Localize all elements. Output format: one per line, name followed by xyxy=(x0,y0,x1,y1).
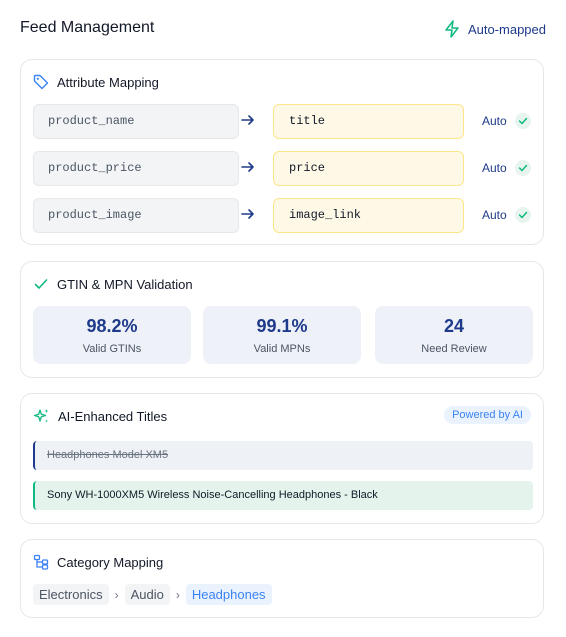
validation-card: GTIN & MPN Validation 98.2% Valid GTINs … xyxy=(20,261,544,378)
category-mapping-header: Category Mapping xyxy=(33,554,163,570)
ai-titles-title: AI-Enhanced Titles xyxy=(58,409,168,424)
powered-by-ai-badge: Powered by AI xyxy=(444,406,531,424)
stat-value: 99.1% xyxy=(256,316,308,336)
tag-icon xyxy=(33,74,49,90)
check-icon xyxy=(33,276,49,292)
auto-mapped-status: Auto-mapped xyxy=(444,20,546,38)
check-icon xyxy=(515,207,531,223)
stat-need-review[interactable]: 24 Need Review xyxy=(375,306,533,364)
sparkles-icon xyxy=(33,408,50,425)
breadcrumb-item-active[interactable]: Headphones xyxy=(185,584,272,605)
arrow-right-icon xyxy=(241,113,255,132)
stat-label: Valid GTINs xyxy=(82,343,142,355)
original-title: Headphones Model XM5 xyxy=(33,441,533,470)
check-icon xyxy=(515,113,531,129)
enhanced-title[interactable]: Sony WH-1000XM5 Wireless Noise-Cancellin… xyxy=(33,481,533,510)
target-field[interactable]: title xyxy=(273,104,464,139)
attribute-mapping-title: Attribute Mapping xyxy=(57,74,159,90)
stat-valid-mpns: 99.1% Valid MPNs xyxy=(203,306,361,364)
breadcrumb-separator: › xyxy=(114,587,119,602)
target-field[interactable]: price xyxy=(273,151,464,186)
arrow-right-icon xyxy=(241,160,255,179)
ai-titles-header: AI-Enhanced Titles xyxy=(33,408,167,425)
page-header: Feed Management Auto-mapped xyxy=(20,18,546,42)
mapping-row: product_name title Auto xyxy=(33,104,531,139)
auto-label: Auto xyxy=(482,208,507,222)
stat-value: 98.2% xyxy=(86,316,138,336)
breadcrumb-separator: › xyxy=(175,587,180,602)
auto-mapped-label: Auto-mapped xyxy=(467,21,546,37)
source-field[interactable]: product_name xyxy=(33,104,239,139)
category-mapping-title: Category Mapping xyxy=(57,554,164,570)
auto-label: Auto xyxy=(482,161,507,175)
stat-value: 24 xyxy=(443,316,465,336)
page-title: Feed Management xyxy=(20,19,155,36)
source-field[interactable]: product_image xyxy=(33,198,239,233)
stat-label: Need Review xyxy=(421,343,487,355)
check-icon xyxy=(515,160,531,176)
lightning-icon xyxy=(444,20,460,38)
target-field[interactable]: image_link xyxy=(273,198,464,233)
source-field[interactable]: product_price xyxy=(33,151,239,186)
mapping-row: product_image image_link Auto xyxy=(33,198,531,233)
stat-label: Valid MPNs xyxy=(253,343,311,355)
validation-title: GTIN & MPN Validation xyxy=(57,276,193,292)
mapping-row: product_price price Auto xyxy=(33,151,531,186)
attribute-mapping-header: Attribute Mapping xyxy=(33,74,159,90)
category-mapping-card: Category Mapping Electronics › Audio › H… xyxy=(20,539,544,618)
ai-titles-card: AI-Enhanced Titles Powered by AI Headpho… xyxy=(20,393,544,524)
breadcrumb-item[interactable]: Audio xyxy=(124,584,170,605)
validation-header: GTIN & MPN Validation xyxy=(33,276,193,292)
hierarchy-icon xyxy=(33,554,49,570)
attribute-mapping-card: Attribute Mapping product_name title Aut… xyxy=(20,59,544,245)
breadcrumb-item[interactable]: Electronics xyxy=(33,584,109,605)
stat-valid-gtins: 98.2% Valid GTINs xyxy=(33,306,191,364)
arrow-right-icon xyxy=(241,207,255,226)
category-breadcrumb: Electronics › Audio › Headphones xyxy=(33,584,272,605)
auto-label: Auto xyxy=(482,114,507,128)
